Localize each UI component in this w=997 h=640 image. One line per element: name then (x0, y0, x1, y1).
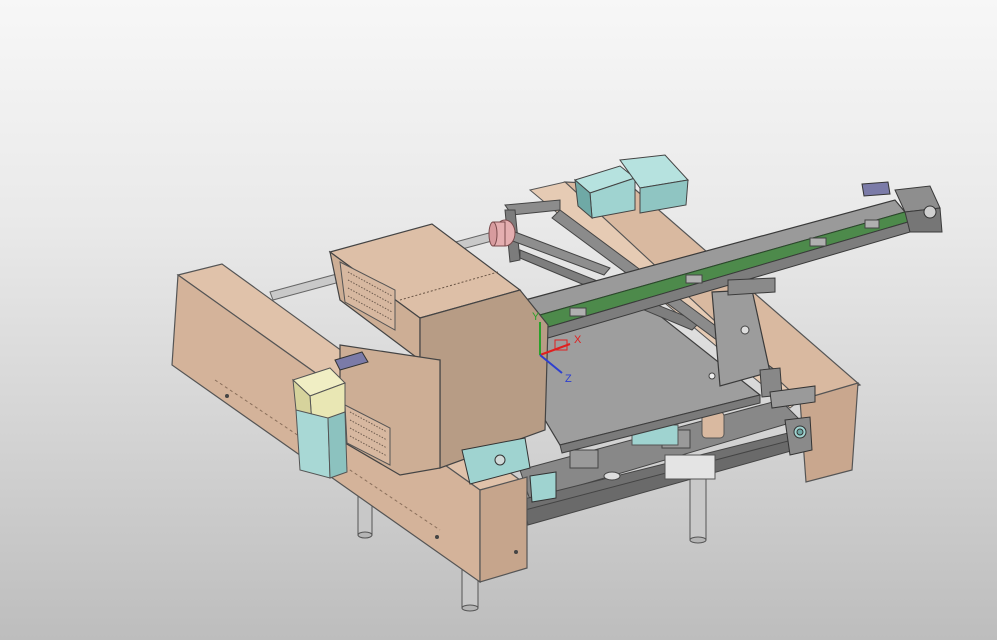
axis-x-label: X (574, 334, 582, 346)
axis-z-label: Z (565, 373, 572, 385)
print-head-housing (328, 223, 549, 476)
cad-model-view[interactable]: X Y Z (0, 0, 997, 640)
servo-motor-top (573, 154, 689, 220)
3d-viewport[interactable]: X Y Z (0, 0, 997, 640)
axis-y-label: Y (532, 311, 540, 323)
leg-right (689, 469, 707, 541)
